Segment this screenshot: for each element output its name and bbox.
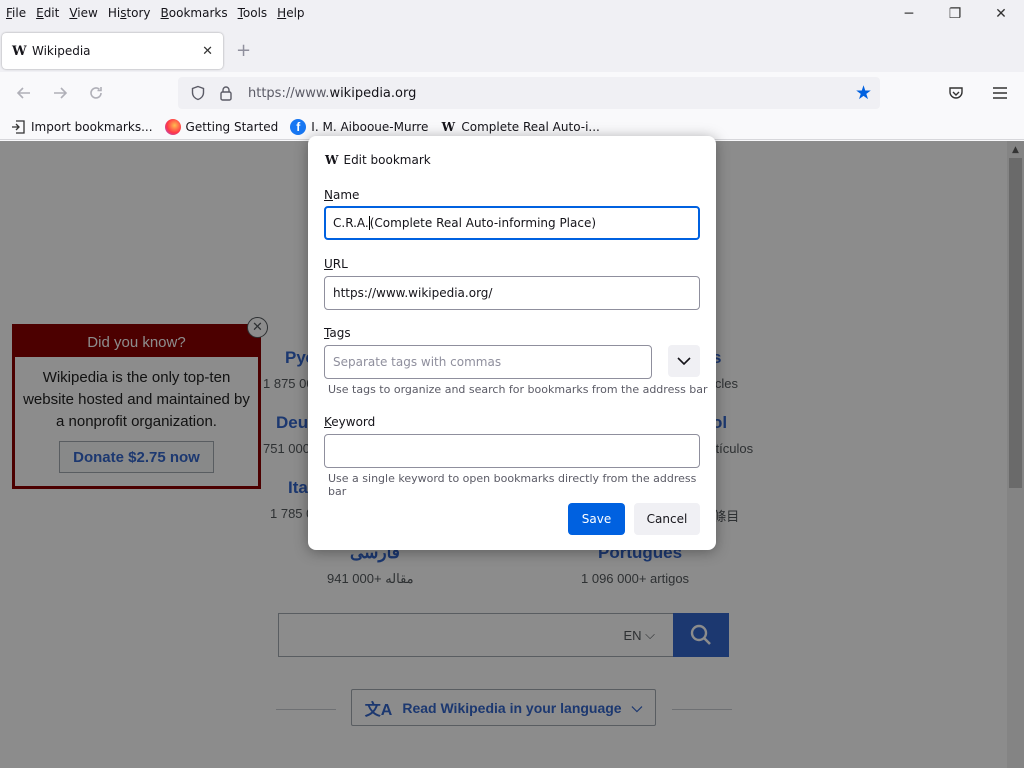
tab-title: Wikipedia: [32, 44, 91, 58]
edit-bookmark-dialog: W Edit bookmark Name C.R.A. (Complete Rea…: [308, 136, 716, 550]
lock-icon[interactable]: [212, 85, 240, 101]
tags-dropdown-button[interactable]: [668, 345, 700, 377]
keyword-label-text: eyword: [331, 415, 376, 429]
tags-field[interactable]: Separate tags with commas: [324, 345, 652, 379]
wikipedia-icon: W: [12, 43, 27, 59]
bookmark-label: Import bookmarks...: [31, 119, 153, 134]
menu-bar: File Edit View History Bookmarks Tools H…: [0, 0, 1024, 26]
url-text[interactable]: https://www.wikipedia.org: [240, 86, 416, 101]
reload-icon: [90, 87, 102, 99]
minimize-button[interactable]: ─: [886, 0, 932, 28]
menu-edit[interactable]: Edit: [31, 6, 64, 20]
facebook-icon: f: [290, 118, 307, 135]
keyword-label: Keyword: [324, 415, 375, 429]
tags-hint: Use tags to organize and search for book…: [328, 383, 708, 396]
url-prefix: https://www.: [248, 85, 330, 101]
dialog-title: W Edit bookmark: [325, 153, 431, 167]
menu-bookmarks[interactable]: Bookmarks: [156, 6, 233, 20]
close-window-button[interactable]: ✕: [978, 0, 1024, 28]
bookmark-label: I. M. Aibooue-Murre: [311, 119, 429, 134]
tags-label: Tags: [324, 326, 351, 340]
new-tab-button[interactable]: +: [236, 40, 251, 61]
reload-button[interactable]: [78, 77, 114, 109]
pocket-button[interactable]: [938, 77, 974, 109]
bookmark-star-icon[interactable]: ★: [855, 82, 872, 104]
bookmark-import[interactable]: Import bookmarks...: [10, 119, 153, 135]
bookmark-wikipedia[interactable]: W Complete Real Auto-i...: [440, 119, 600, 135]
dialog-title-text: Edit bookmark: [343, 153, 431, 167]
cancel-button[interactable]: Cancel: [634, 503, 700, 535]
bookmark-getting-started[interactable]: Getting Started: [164, 118, 279, 135]
address-bar[interactable]: https://www.wikipedia.org ★: [178, 77, 880, 109]
chevron-down-icon: [677, 357, 691, 365]
keyword-hint: Use a single keyword to open bookmarks d…: [328, 472, 697, 498]
name-field[interactable]: C.R.A. (Complete Real Auto-informing Plac…: [324, 206, 700, 240]
wikipedia-icon: W: [441, 119, 456, 134]
window-controls: ─ ❐ ✕: [886, 0, 1024, 28]
firefox-icon: [164, 118, 181, 135]
navigation-bar: https://www.wikipedia.org ★: [0, 72, 1024, 114]
shield-icon[interactable]: [184, 85, 212, 101]
name-label-accesskey: N: [324, 188, 333, 202]
menu-tools[interactable]: Tools: [233, 6, 273, 20]
close-tab-icon[interactable]: ✕: [202, 44, 213, 59]
bookmark-label: Getting Started: [185, 119, 279, 134]
save-button[interactable]: Save: [568, 503, 625, 535]
url-label: URL: [324, 257, 348, 271]
hamburger-menu-icon: [993, 87, 1007, 99]
wikipedia-icon: W: [325, 153, 339, 167]
tab-wikipedia[interactable]: W Wikipedia ✕: [2, 33, 223, 69]
menu-history[interactable]: History: [103, 6, 156, 20]
menu-view[interactable]: View: [64, 6, 102, 20]
import-icon: [10, 119, 26, 135]
url-label-accesskey: U: [324, 257, 333, 271]
toolbar-right: [938, 77, 1024, 109]
url-label-text: RL: [332, 257, 348, 271]
restore-button[interactable]: ❐: [932, 0, 978, 28]
forward-arrow-icon: [54, 87, 68, 99]
tab-bar: W Wikipedia ✕ +: [0, 26, 1024, 72]
tags-label-text: ags: [329, 326, 351, 340]
name-label-text: ame: [332, 188, 360, 202]
back-arrow-icon: [16, 87, 30, 99]
pocket-icon: [949, 87, 963, 99]
back-button[interactable]: [6, 77, 42, 109]
url-field[interactable]: https://www.wikipedia.org/: [324, 276, 700, 310]
url-domain: wikipedia.org: [329, 85, 417, 101]
name-label: Name: [324, 188, 359, 202]
bookmark-label: Complete Real Auto-i...: [461, 119, 600, 134]
forward-button[interactable]: [42, 77, 78, 109]
menu-file[interactable]: File: [0, 6, 31, 20]
name-value-start: C.R.A.: [333, 216, 369, 230]
keyword-field[interactable]: [324, 434, 700, 468]
menu-help[interactable]: Help: [272, 6, 309, 20]
app-menu-button[interactable]: [982, 77, 1018, 109]
bookmark-facebook[interactable]: f I. M. Aibooue-Murre: [290, 118, 429, 135]
name-value-end: (Complete Real Auto-informing Place): [369, 216, 597, 230]
